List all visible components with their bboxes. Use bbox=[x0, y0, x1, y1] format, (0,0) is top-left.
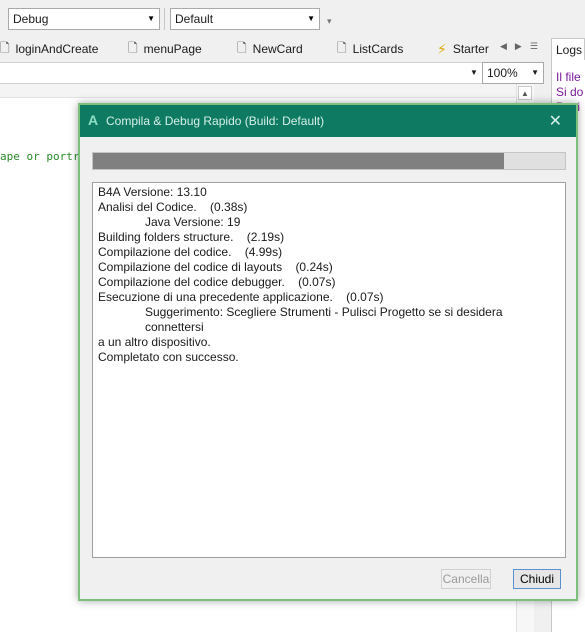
log-line: Compilazione del codice debugger. (0.07s… bbox=[98, 275, 336, 289]
log-line: Completato con successo. bbox=[98, 350, 239, 364]
module-tab-menupage[interactable]: 🗋 menuPage bbox=[128, 40, 202, 58]
build-progress-bar bbox=[92, 152, 566, 170]
module-tab-loginandcreate[interactable]: 🗋 loginAndCreate bbox=[0, 40, 98, 58]
log-line: B4A Versione: 13.10 bbox=[98, 185, 207, 199]
log-entry: Il file bbox=[556, 70, 581, 84]
module-icon: 🗋 bbox=[128, 40, 138, 55]
build-value: Default bbox=[175, 12, 214, 26]
module-tab-label: loginAndCreate bbox=[15, 42, 99, 56]
build-output-log[interactable]: B4A Versione: 13.10 Analisi del Codice. (… bbox=[92, 182, 566, 558]
b4a-logo-icon: A bbox=[88, 112, 99, 128]
log-line: Compilazione del codice. (4.99s) bbox=[98, 245, 283, 259]
module-icon: 🗋 bbox=[237, 40, 247, 55]
toolbar-separator bbox=[164, 8, 165, 30]
cancel-button[interactable]: Cancella bbox=[441, 569, 491, 589]
zoom-dropdown[interactable]: 100% ▼ bbox=[482, 62, 544, 84]
tab-scroll-buttons[interactable]: ◀▶☰ bbox=[500, 41, 546, 52]
module-tab-label: Starter bbox=[452, 42, 489, 56]
toolbar-overflow-icon[interactable]: ▾ bbox=[327, 16, 332, 27]
logs-tab-label: Logs bbox=[556, 43, 583, 57]
editor-ruler bbox=[0, 84, 534, 98]
tab-logs[interactable]: Logs bbox=[551, 38, 585, 60]
configuration-value: Debug bbox=[13, 12, 49, 26]
module-icon: 🗋 bbox=[337, 40, 347, 55]
dropdown-arrow-icon: ▼ bbox=[531, 68, 539, 77]
module-tab-starter[interactable]: ⚡ Starter bbox=[437, 40, 489, 58]
log-entry: Si do bbox=[556, 85, 584, 99]
log-line: Building folders structure. (2.19s) bbox=[98, 230, 285, 244]
log-line: Compilazione del codice di layouts (0.24… bbox=[98, 260, 333, 274]
progress-fill bbox=[93, 153, 504, 169]
close-icon[interactable]: ✕ bbox=[549, 111, 562, 131]
dialog-title: Compila & Debug Rapido (Build: Default) bbox=[106, 114, 325, 128]
configuration-dropdown[interactable]: Debug ▼ bbox=[8, 8, 160, 30]
dropdown-arrow-icon: ▼ bbox=[307, 14, 315, 23]
log-line: Java Versione: 19 bbox=[145, 215, 241, 229]
log-line: Analisi del Codice. (0.38s) bbox=[98, 200, 248, 214]
log-line: Esecuzione di una precedente applicazion… bbox=[98, 290, 384, 304]
sub-selector-bar[interactable]: ▼ bbox=[0, 62, 544, 84]
zoom-value: 100% bbox=[487, 66, 518, 80]
scroll-up-icon[interactable]: ▲ bbox=[518, 86, 532, 100]
module-tab-label: NewCard bbox=[252, 42, 303, 56]
log-line: a un altro dispositivo. bbox=[98, 335, 211, 349]
build-dropdown[interactable]: Default ▼ bbox=[170, 8, 320, 30]
module-tab-label: menuPage bbox=[143, 42, 202, 56]
dropdown-arrow-icon: ▼ bbox=[470, 68, 478, 77]
module-tab-listcards[interactable]: 🗋 ListCards bbox=[337, 40, 403, 58]
build-dialog: A Compila & Debug Rapido (Build: Default… bbox=[78, 103, 578, 601]
dropdown-arrow-icon: ▼ bbox=[147, 14, 155, 23]
code-line: ape or portr bbox=[0, 150, 80, 163]
log-line: Suggerimento: Scegliere Strumenti - Puli… bbox=[145, 305, 506, 334]
close-button[interactable]: Chiudi bbox=[513, 569, 561, 589]
module-tab-label: ListCards bbox=[352, 42, 404, 56]
lightning-icon: ⚡ bbox=[437, 40, 447, 57]
module-tab-newcard[interactable]: 🗋 NewCard bbox=[237, 40, 303, 58]
module-icon: 🗋 bbox=[0, 40, 10, 55]
dialog-titlebar[interactable]: A Compila & Debug Rapido (Build: Default… bbox=[80, 105, 576, 137]
